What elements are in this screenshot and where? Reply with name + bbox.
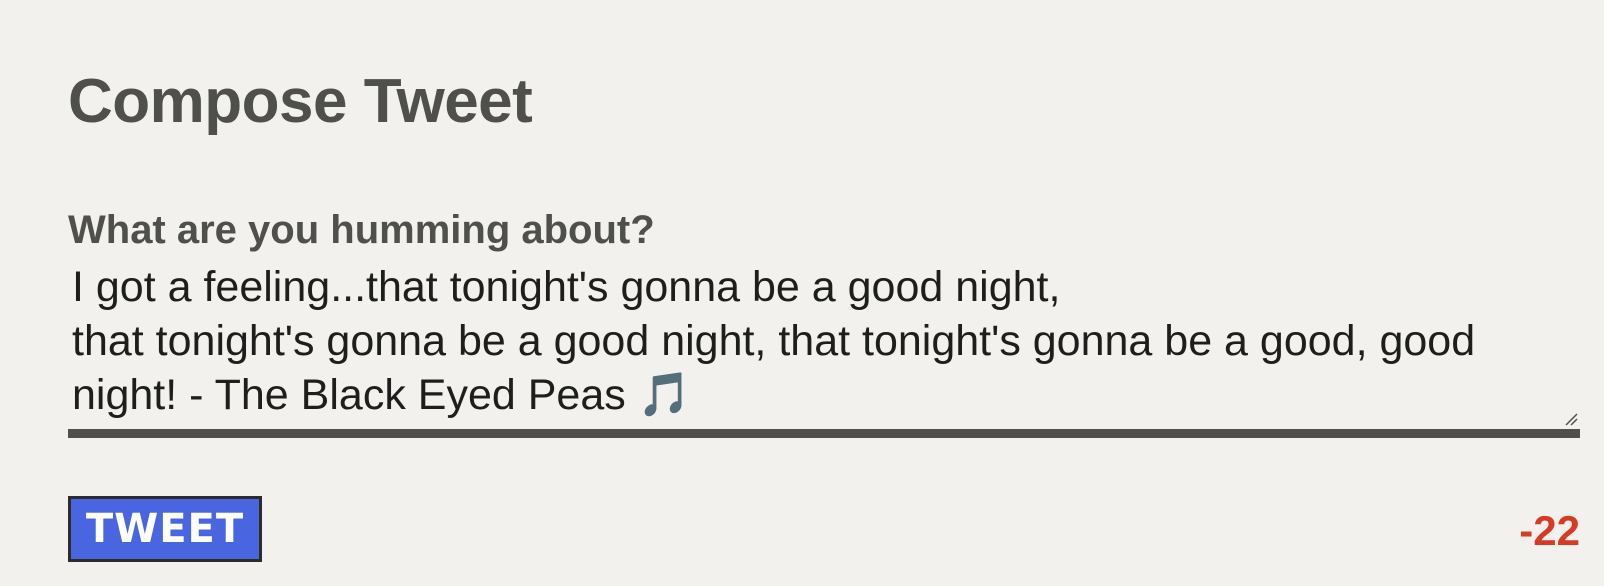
- tweet-text-value[interactable]: I got a feeling...that tonight's gonna b…: [72, 260, 1552, 422]
- tweet-textarea[interactable]: I got a feeling...that tonight's gonna b…: [68, 260, 1580, 438]
- page-title: Compose Tweet: [68, 67, 533, 136]
- compose-tweet-page: Compose Tweet What are you humming about…: [68, 0, 1580, 586]
- resize-grip-icon[interactable]: [1564, 412, 1578, 426]
- tweet-prompt-label: What are you humming about?: [68, 208, 655, 252]
- character-count: -22: [1519, 507, 1580, 554]
- tweet-button[interactable]: TWEET: [68, 496, 262, 562]
